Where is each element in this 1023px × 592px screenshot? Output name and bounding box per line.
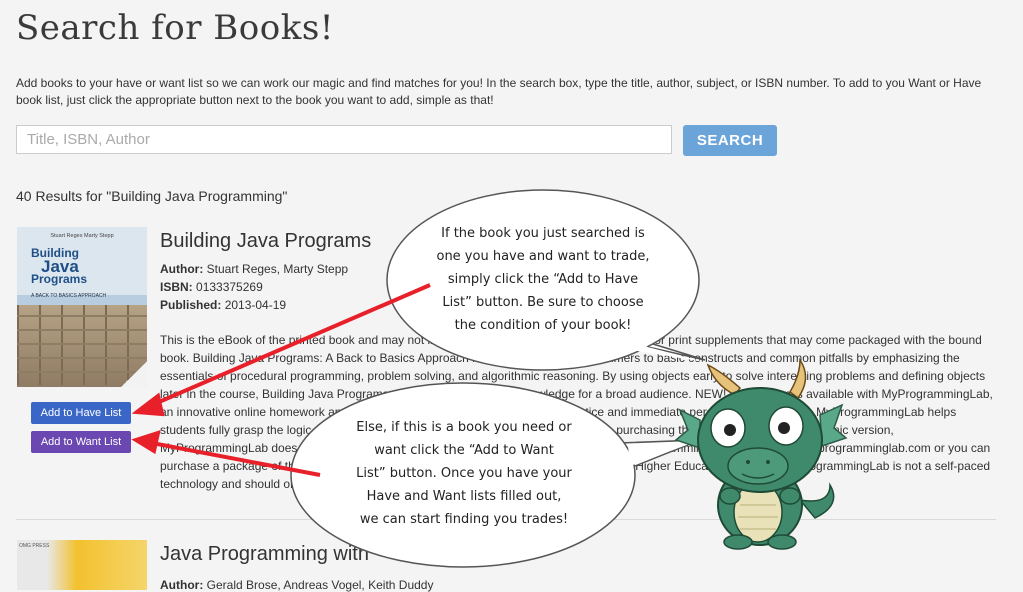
- callout-want-text: Else, if this is a book you need or want…: [356, 420, 572, 527]
- green-dragon-mascot-icon: [674, 357, 848, 550]
- arrow-to-want-button: [131, 430, 321, 477]
- callout-have-text: If the book you just searched is one you…: [436, 226, 650, 333]
